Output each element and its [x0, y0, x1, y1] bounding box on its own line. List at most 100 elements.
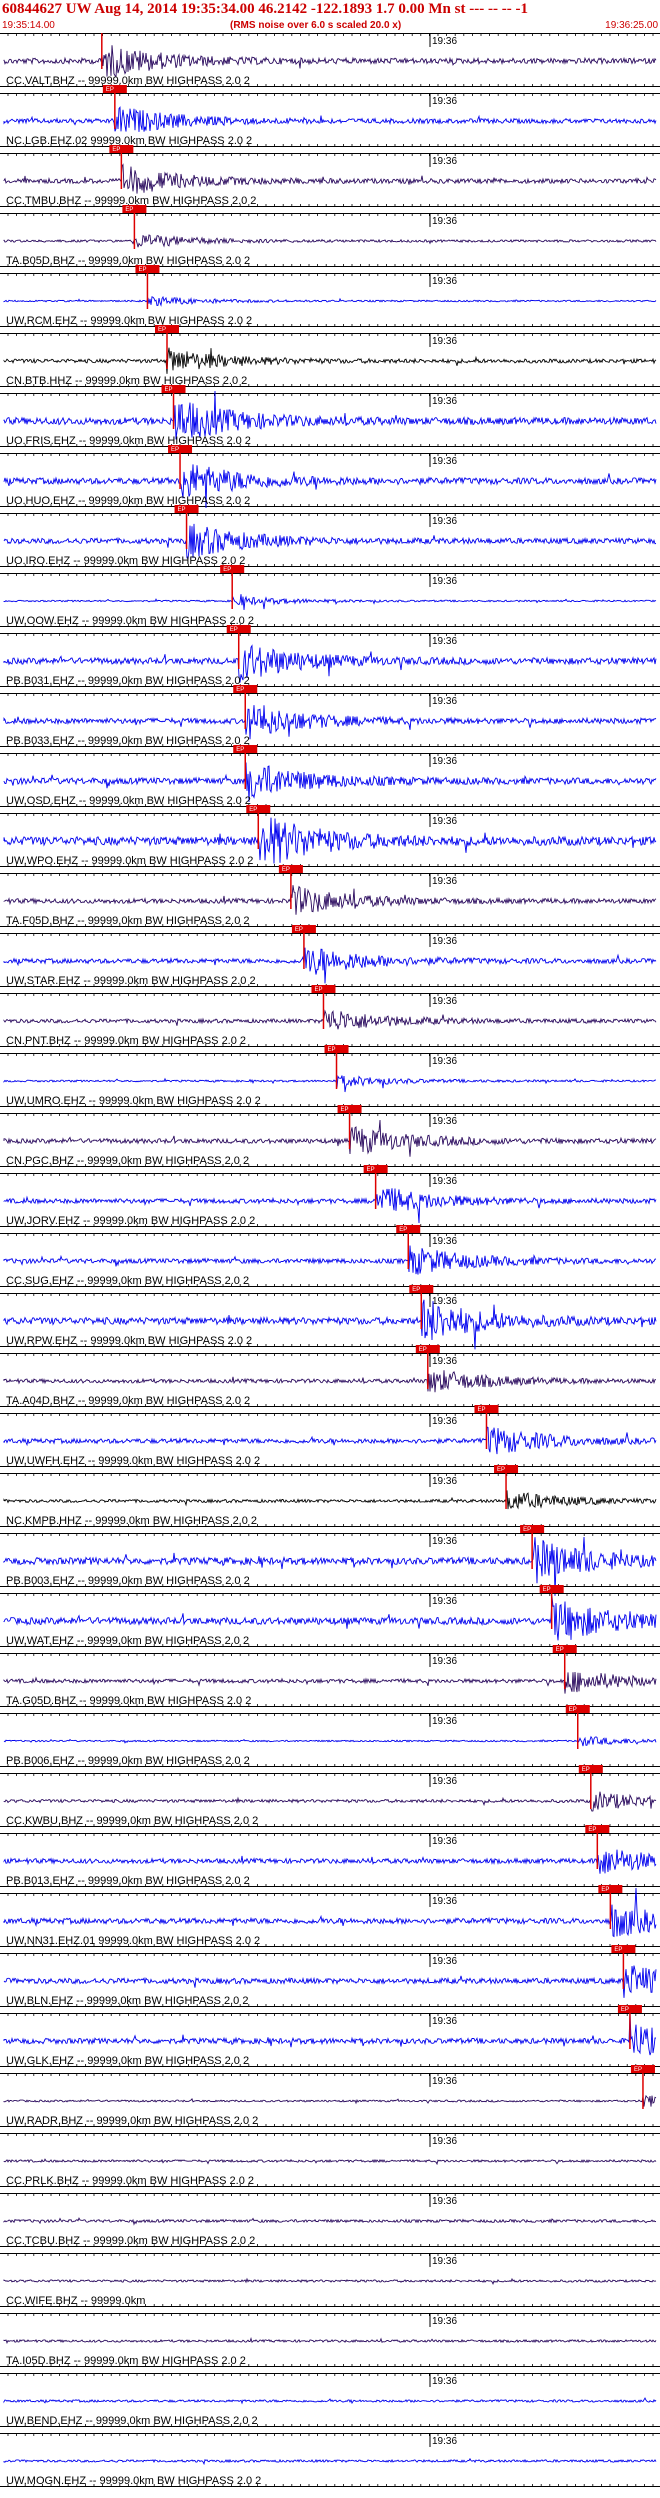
- minute-label: 19:36: [432, 1656, 457, 1667]
- pick-label: EP: [282, 867, 290, 873]
- minute-label: 19:36: [432, 2076, 457, 2087]
- pick-label: EP: [230, 627, 238, 633]
- minute-label: 19:36: [432, 1536, 457, 1547]
- waveform: [3, 1119, 657, 1157]
- minute-label: 19:36: [432, 1716, 457, 1727]
- station-trace: 19:36 CC.PRLK.BHZ -- 99999.0km BW HIGHPAS…: [0, 2133, 660, 2187]
- pick-label: EP: [328, 1047, 336, 1053]
- minute-label: 19:36: [432, 96, 457, 107]
- station-trace: 19:36 EP UW.BLN.EHZ -- 99999.0km BW HIGHPA…: [0, 1945, 660, 2007]
- waveform: [3, 163, 657, 194]
- minute-label: 19:36: [432, 216, 457, 227]
- station-label: UW.RADR.BHZ -- 99999.0km BW HIGHPASS 2.0…: [6, 2115, 258, 2127]
- station-label: UW.UMRO.EHZ -- 99999.0km BW HIGHPASS 2.0…: [6, 1095, 261, 1107]
- station-label: PB.B006.EHZ -- 99999.0km BW HIGHPASS 2.0…: [6, 1755, 250, 1767]
- station-label: TA.A04D.BHZ -- 99999.0km BW HIGHPASS 2.0…: [6, 1395, 250, 1407]
- station-trace: 19:36 EP UW.WAT.EHZ -- 99999.0km BW HIGHPA…: [0, 1585, 660, 1647]
- station-trace: 19:36 EP UW.NN31.EHZ.01 99999.0km BW HIGHP…: [0, 1885, 660, 1947]
- station-label: UW.WPO.EHZ -- 99999.0km BW HIGHPASS 2.0 …: [6, 855, 253, 867]
- pick-label: EP: [125, 207, 133, 213]
- station-label: UW.RPW.EHZ -- 99999.0km BW HIGHPASS 2.0 …: [6, 1335, 252, 1347]
- minute-label: 19:36: [432, 1116, 457, 1127]
- pick-label: EP: [399, 1227, 407, 1233]
- station-trace: 19:36 EP CC.KWBU.BHZ -- 99999.0km BW HIGHP…: [0, 1765, 660, 1827]
- waveform: [3, 523, 657, 560]
- station-label: CC.KWBU.BHZ -- 99999.0km BW HIGHPASS 2.0…: [6, 1815, 258, 1827]
- station-trace: 19:36 EP CN.BTB.HHZ -- 99999.0km BW HIGHPA…: [0, 325, 660, 387]
- station-trace: 19:36 UW.MOGN.EHZ -- 99999.0km BW HIGHPAS…: [0, 2433, 660, 2487]
- station-label: UW.NN31.EHZ.01 99999.0km BW HIGHPASS 2.0…: [6, 1935, 260, 1947]
- station-trace: 19:36 CC.TCBU.BHZ -- 99999.0km BW HIGHPAS…: [0, 2193, 660, 2247]
- waveform: [3, 1791, 657, 1812]
- station-label: UW.STAR.EHZ -- 99999.0km BW HIGHPASS 2.0…: [6, 975, 256, 987]
- waveform: [3, 106, 657, 132]
- station-trace: 19:36 EP UW.GLK.EHZ -- 99999.0km BW HIGHPA…: [0, 2005, 660, 2067]
- minute-label: 19:36: [432, 576, 457, 587]
- minute-label: 19:36: [432, 2196, 457, 2207]
- waveform: [3, 2158, 657, 2166]
- minute-label: 19:36: [432, 1056, 457, 1067]
- pick-label: EP: [582, 1767, 590, 1773]
- waveform: [3, 2011, 657, 2056]
- station-label: PB.B033.EHZ -- 99999.0km BW HIGHPASS 2.0…: [6, 735, 250, 747]
- pick-label: EP: [178, 507, 186, 513]
- station-trace: 19:36 EP TA.G05D.BHZ -- 99999.0km BW HIGHP…: [0, 1645, 660, 1707]
- pick-label: EP: [171, 447, 179, 453]
- station-trace: 19:36 EP NC.KMPB.HHZ -- 99999.0km BW HIGHP…: [0, 1465, 660, 1527]
- station-label: UW.WAT.EHZ -- 99999.0km BW HIGHPASS 2.0 …: [6, 1635, 249, 1647]
- minute-label: 19:36: [432, 2316, 457, 2327]
- station-trace: 19:36 EP UW.STAR.EHZ -- 99999.0km BW HIGHP…: [0, 925, 660, 987]
- minute-label: 19:36: [432, 1776, 457, 1787]
- minute-label: 19:36: [432, 36, 457, 47]
- pick-label: EP: [112, 147, 120, 153]
- station-trace: 19:36 EP PB.B013.EHZ -- 99999.0km BW HIGHP…: [0, 1825, 660, 1887]
- minute-label: 19:36: [432, 1476, 457, 1487]
- pick-label: EP: [295, 927, 303, 933]
- waveform: [3, 2397, 657, 2405]
- station-trace: 19:36 UW.BEND.EHZ -- 99999.0km BW HIGHPAS…: [0, 2373, 660, 2427]
- station-label: CN.PGC.BHZ -- 99999.0km BW HIGHPASS 2.0 …: [6, 1155, 249, 1167]
- station-trace: 19:36EPCC.TMBU.BHZ -- 99999.0km BW HIGHP…: [0, 145, 660, 207]
- station-trace: 19:36 EP UW.UMRO.EHZ -- 99999.0km BW HIGHP…: [0, 1045, 660, 1107]
- waveform: [3, 1849, 657, 1874]
- station-trace: 19:36 CC.WIFE.BHZ -- 99999.0km: [0, 2253, 660, 2307]
- station-trace: 19:36 EP UW.RCM.EHZ -- 99999.0km BW HIGHPA…: [0, 265, 660, 327]
- waveform: [3, 2277, 657, 2285]
- pick-label: EP: [543, 1587, 551, 1593]
- station-label: CC.TCBU.BHZ -- 99999.0km BW HIGHPASS 2.0…: [6, 2235, 255, 2247]
- station-label: CC.PRLK.BHZ -- 99999.0km BW HIGHPASS 2.0…: [6, 2175, 254, 2187]
- minute-label: 19:36: [432, 2256, 457, 2267]
- station-label: CN.BTB.HHZ -- 99999.0km BW HIGHPASS 2.0 …: [6, 375, 247, 387]
- station-label: NC.KMPB.HHZ -- 99999.0km BW HIGHPASS 2.0…: [6, 1515, 257, 1527]
- minute-label: 19:36: [432, 1176, 457, 1187]
- station-label: CC.VALT.BHZ -- 99999.0km BW HIGHPASS 2.0…: [6, 75, 250, 87]
- station-trace: 19:36 EP UW.JORV.EHZ -- 99999.0km BW HIGHP…: [0, 1165, 660, 1227]
- pick-label: EP: [223, 567, 231, 573]
- station-label: PB.B013.EHZ -- 99999.0km BW HIGHPASS 2.0…: [6, 1875, 250, 1887]
- minute-label: 19:36: [432, 2136, 457, 2147]
- waveform: [3, 2457, 657, 2466]
- station-trace: 19:36 EP PB.B031.EHZ -- 99999.0km BW HIGHP…: [0, 625, 660, 687]
- plot-header: 60844627 UW Aug 14, 2014 19:35:34.00 46.…: [0, 0, 660, 34]
- station-label: UW.MOGN.EHZ -- 99999.0km BW HIGHPASS 2.0…: [6, 2475, 261, 2487]
- start-time: 19:35:14.00: [2, 20, 55, 31]
- station-trace: 19:36EPCC.VALT.BHZ -- 99999.0km BW HIGHP…: [0, 33, 660, 87]
- minute-label: 19:36: [432, 516, 457, 527]
- waveform: [3, 1009, 657, 1030]
- pick-label: EP: [497, 1467, 505, 1473]
- pick-label: EP: [367, 1167, 375, 1173]
- pick-label: EP: [314, 987, 322, 993]
- minute-label: 19:36: [432, 696, 457, 707]
- station-trace: 19:36 EP TA.A04D.BHZ -- 99999.0km BW HIGHP…: [0, 1345, 660, 1407]
- station-trace: 19:36 EP TA.F05D.BHZ -- 99999.0km BW HIGHP…: [0, 865, 660, 927]
- station-trace: 19:36 TA.I05D.BHZ -- 99999.0km BW HIGHPAS…: [0, 2313, 660, 2367]
- station-trace: 19:36 EP UW.WPO.EHZ -- 99999.0km BW HIGHPA…: [0, 805, 660, 867]
- minute-label: 19:36: [432, 936, 457, 947]
- station-label: UW.JORV.EHZ -- 99999.0km BW HIGHPASS 2.0…: [6, 1215, 255, 1227]
- waveform: [3, 1735, 657, 1747]
- waveform: [3, 2094, 657, 2107]
- station-label: UW.OSD.EHZ -- 99999.0km BW HIGHPASS 2.0 …: [6, 795, 251, 807]
- station-trace: 19:36 EP TA.B05D.BHZ -- 99999.0km BW HIGHP…: [0, 205, 660, 267]
- pick-label: EP: [165, 387, 173, 393]
- waveform: [3, 295, 657, 307]
